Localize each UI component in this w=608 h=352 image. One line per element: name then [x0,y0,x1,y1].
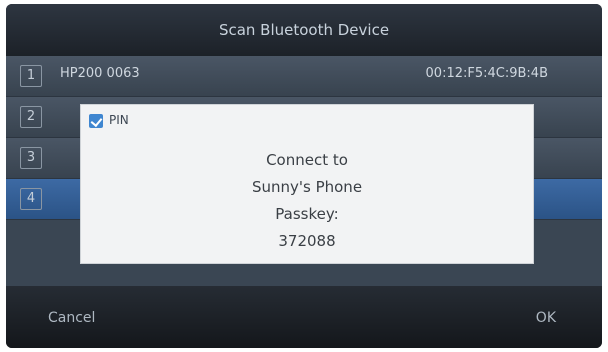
row-index: 4 [20,188,42,210]
dialog-line: Sunny's Phone [251,178,363,196]
ok-button[interactable]: OK [530,308,562,328]
softkey-bar: Cancel OK [6,286,602,348]
dialog-message: Connect to Sunny's Phone Passkey: 372088 [81,147,533,255]
screen-title: Scan Bluetooth Device [6,4,602,57]
dialog-header: PIN [109,113,129,127]
dialog-line: Connect to [266,151,348,169]
device-name: HP200 0063 [60,66,140,81]
check-icon [89,114,103,128]
device-row[interactable]: 1 HP200 0063 00:12:F5:4C:9B:4B [6,56,602,97]
device-address: 00:12:F5:4C:9B:4B [425,66,548,81]
cancel-button[interactable]: Cancel [42,308,101,328]
row-index: 3 [20,147,42,169]
row-index: 2 [20,106,42,128]
pin-dialog: PIN Connect to Sunny's Phone Passkey: 37… [80,104,534,264]
dialog-line: Passkey: [275,205,339,223]
passkey-value: 372088 [278,232,336,250]
row-index: 1 [20,65,42,87]
